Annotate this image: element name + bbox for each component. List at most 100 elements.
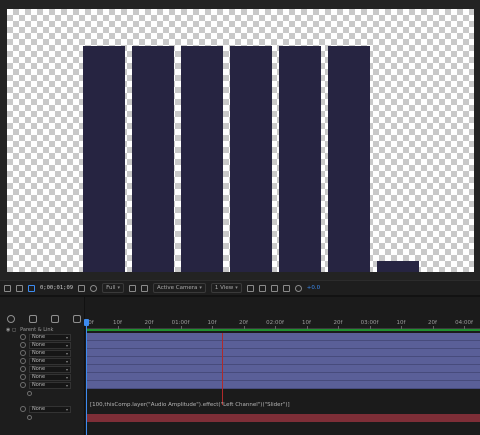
chevron-down-icon: ▾ xyxy=(117,285,121,291)
shy-layers-icon[interactable] xyxy=(7,315,15,323)
parent-dropdown[interactable]: None ▾ xyxy=(29,373,71,381)
view-layout-dropdown[interactable]: 1 View ▾ xyxy=(210,283,242,293)
spectrum-bar xyxy=(181,46,223,272)
snapshot-camera-icon[interactable] xyxy=(78,284,86,292)
grid-guide-icon[interactable] xyxy=(16,284,23,292)
expression-pick-whip-icon[interactable] xyxy=(27,414,32,420)
layer-duration-bar[interactable] xyxy=(86,381,480,389)
time-graph[interactable]: 0f 10f 20f 01:00f 10f 20f 02:00f 10f 20f 03:00f 10… xyxy=(84,297,480,435)
layer-panel: ◉ ◻ Parent & Link None ▾ None ▾ None ▾ None ▾ No… xyxy=(0,297,85,435)
expression-pick-whip-icon[interactable] xyxy=(27,390,32,396)
composition-viewer xyxy=(0,0,480,280)
spectrum-bar xyxy=(132,46,174,272)
layer-row[interactable]: None ▾ xyxy=(0,365,85,373)
pick-whip-icon[interactable] xyxy=(20,366,26,372)
chevron-down-icon: ▾ xyxy=(65,358,68,364)
fast-previews-icon[interactable] xyxy=(258,284,266,292)
pick-whip-icon[interactable] xyxy=(20,374,26,380)
camera-value: Active Camera xyxy=(157,285,198,291)
audio-layer-row[interactable]: None ▾ xyxy=(0,405,85,413)
layer-duration-bar[interactable] xyxy=(86,341,480,349)
layer-bars xyxy=(86,333,480,389)
exposure-value[interactable]: +0.0 xyxy=(307,285,320,291)
parent-value: None xyxy=(32,342,46,348)
time-ruler[interactable]: 0f 10f 20f 01:00f 10f 20f 02:00f 10f 20f 03:00f 10… xyxy=(86,317,480,329)
composition-canvas[interactable] xyxy=(7,9,474,272)
graph-editor-icon[interactable] xyxy=(73,315,81,323)
layer-duration-bar[interactable] xyxy=(86,373,480,381)
pick-whip-icon[interactable] xyxy=(20,350,26,356)
layer-row[interactable]: None ▾ xyxy=(0,357,85,365)
flowchart-icon[interactable] xyxy=(282,284,290,292)
reset-exposure-icon[interactable] xyxy=(294,284,302,292)
expression-text[interactable]: [100,thisComp.layer("Audio Amplitude").e… xyxy=(90,402,290,408)
parent-dropdown[interactable]: None ▾ xyxy=(29,365,71,373)
timeline-toggle-icon[interactable] xyxy=(270,284,278,292)
region-of-interest-icon[interactable] xyxy=(129,284,137,292)
spectrum-bar xyxy=(328,46,370,272)
view-layout-value: 1 View xyxy=(214,285,234,291)
resolution-value: Full xyxy=(106,285,116,291)
layer-list: None ▾ None ▾ None ▾ None ▾ None ▾ None ▾ None ▾ None ▾ xyxy=(0,333,85,421)
spectrum-bar xyxy=(377,261,419,272)
frame-blending-icon[interactable] xyxy=(29,315,37,323)
parent-value: None xyxy=(32,406,46,412)
always-preview-icon[interactable] xyxy=(4,284,11,292)
camera-dropdown[interactable]: Active Camera ▾ xyxy=(153,283,206,293)
parent-dropdown[interactable]: None ▾ xyxy=(29,349,71,357)
expression-row xyxy=(0,413,85,421)
pick-whip-icon[interactable] xyxy=(20,342,26,348)
timeline-switches xyxy=(0,312,85,326)
chevron-down-icon: ▾ xyxy=(65,382,68,388)
pick-whip-icon[interactable] xyxy=(20,358,26,364)
spectrum-bar xyxy=(279,46,321,272)
layer-duration-bar[interactable] xyxy=(86,357,480,365)
parent-dropdown[interactable]: None ▾ xyxy=(29,333,71,341)
mask-visibility-icon[interactable] xyxy=(28,284,35,292)
parent-dropdown[interactable]: None ▾ xyxy=(29,357,71,365)
layer-row[interactable]: None ▾ xyxy=(0,349,85,357)
audio-layer-bar[interactable] xyxy=(86,414,480,422)
parent-value: None xyxy=(32,358,46,364)
time-marker-line xyxy=(222,333,223,405)
chevron-down-icon: ▾ xyxy=(65,366,68,372)
layer-row[interactable]: None ▾ xyxy=(0,341,85,349)
chevron-down-icon: ▾ xyxy=(235,285,238,291)
color-channel-icon[interactable] xyxy=(90,284,98,292)
viewer-toolbar: 0;00;01;09 Full ▾ Active Camera ▾ 1 View… xyxy=(0,280,480,295)
layer-row[interactable]: None ▾ xyxy=(0,373,85,381)
parent-dropdown[interactable]: None ▾ xyxy=(29,341,71,349)
parent-dropdown[interactable]: None ▾ xyxy=(29,381,71,389)
parent-value: None xyxy=(32,382,46,388)
chevron-down-icon: ▾ xyxy=(65,350,68,356)
chevron-down-icon: ▾ xyxy=(65,374,68,380)
work-area-bar[interactable] xyxy=(86,329,480,331)
parent-value: None xyxy=(32,374,46,380)
layer-duration-bar[interactable] xyxy=(86,333,480,341)
playhead-handle[interactable] xyxy=(84,319,89,326)
current-time-display[interactable]: 0;00;01;09 xyxy=(40,285,73,291)
resolution-dropdown[interactable]: Full ▾ xyxy=(102,283,125,293)
chevron-down-icon: ▾ xyxy=(199,285,202,291)
expression-row xyxy=(0,389,85,397)
spectrum-bar xyxy=(83,46,125,272)
parent-dropdown[interactable]: None ▾ xyxy=(29,405,71,413)
chevron-down-icon: ▾ xyxy=(65,342,68,348)
chevron-down-icon: ▾ xyxy=(65,334,68,340)
motion-blur-icon[interactable] xyxy=(51,315,59,323)
layer-duration-bar[interactable] xyxy=(86,365,480,373)
spectrum-bar xyxy=(230,46,272,272)
layer-row[interactable]: None ▾ xyxy=(0,333,85,341)
pick-whip-icon[interactable] xyxy=(20,382,26,388)
pick-whip-icon[interactable] xyxy=(20,406,26,412)
transparency-grid-icon[interactable] xyxy=(141,284,149,292)
layer-duration-bar[interactable] xyxy=(86,349,480,357)
timeline-panel: ◉ ◻ Parent & Link None ▾ None ▾ None ▾ None ▾ No… xyxy=(0,295,480,435)
parent-value: None xyxy=(32,366,46,372)
ruler-tick-label: 0f xyxy=(88,320,94,326)
row-spacer xyxy=(0,397,85,405)
layer-row[interactable]: None ▾ xyxy=(0,381,85,389)
playhead-line xyxy=(86,326,87,435)
pick-whip-icon[interactable] xyxy=(20,334,26,340)
pixel-aspect-icon[interactable] xyxy=(246,284,254,292)
